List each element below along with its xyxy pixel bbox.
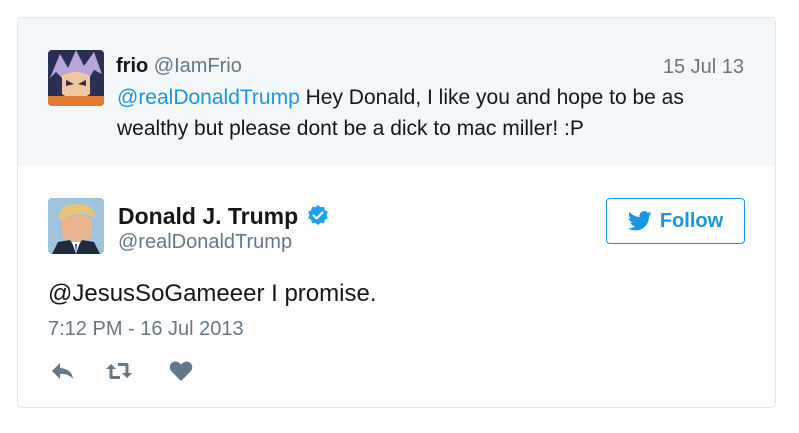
parent-tweet-text: @realDonaldTrump Hey Donald, I like you … (117, 82, 727, 144)
follow-label: Follow (659, 209, 724, 232)
author-handle[interactable]: @IamFrio (154, 55, 242, 77)
mention-link[interactable]: @realDonaldTrump (117, 86, 300, 109)
author-handle[interactable]: @realDonaldTrump (118, 230, 292, 254)
twitter-bird-icon (627, 211, 652, 231)
parent-tweet-date[interactable]: 15 Jul 13 (663, 55, 744, 79)
reply-icon[interactable] (48, 358, 78, 384)
tweet-text: @JesusSoGameeer I promise. (48, 280, 377, 307)
parent-tweet[interactable]: frio @IamFrio 15 Jul 13 @realDonaldTrump… (18, 18, 775, 166)
main-author-name-row[interactable]: Donald J. Trump (118, 202, 330, 230)
tweet-timestamp[interactable]: 7:12 PM - 16 Jul 2013 (48, 317, 244, 341)
author-name[interactable]: frio (116, 55, 148, 77)
follow-button[interactable]: Follow (606, 198, 745, 244)
avatar[interactable] (48, 50, 104, 106)
parent-author[interactable]: frio @IamFrio (116, 54, 242, 78)
verified-badge-icon (306, 204, 330, 228)
avatar[interactable] (48, 198, 104, 254)
embedded-tweet-card: frio @IamFrio 15 Jul 13 @realDonaldTrump… (17, 17, 776, 408)
heart-icon[interactable] (166, 358, 196, 384)
author-name[interactable]: Donald J. Trump (118, 202, 298, 230)
retweet-icon[interactable] (104, 358, 134, 384)
